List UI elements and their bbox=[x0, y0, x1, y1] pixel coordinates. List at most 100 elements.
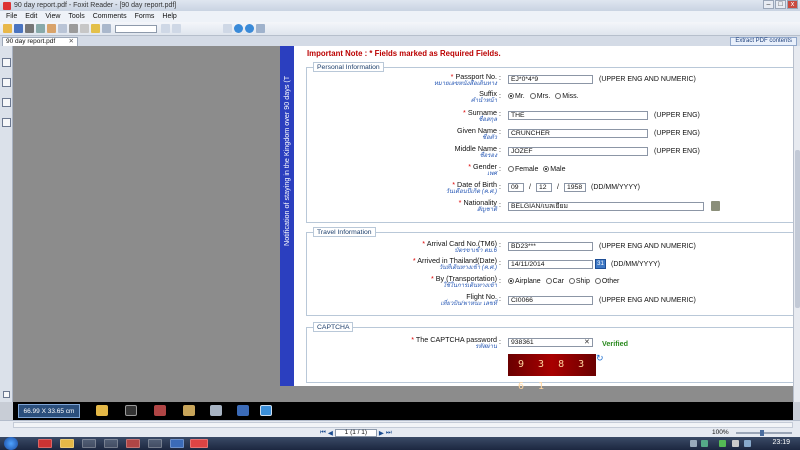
taskbar-media-icon[interactable] bbox=[104, 439, 118, 448]
tray-volume-icon[interactable] bbox=[732, 440, 739, 447]
pages-icon[interactable] bbox=[2, 78, 11, 87]
network-icon[interactable] bbox=[237, 405, 249, 416]
close-tab-icon[interactable]: ✕ bbox=[69, 38, 74, 46]
zoom-in-icon[interactable] bbox=[161, 24, 170, 33]
previous-view-icon[interactable] bbox=[234, 24, 243, 33]
menu-edit[interactable]: Edit bbox=[25, 13, 37, 20]
save-icon[interactable] bbox=[14, 24, 23, 33]
taskbar-paint-icon[interactable] bbox=[126, 439, 140, 448]
captcha-input[interactable]: 938361 bbox=[508, 338, 593, 347]
signatures-icon[interactable] bbox=[3, 391, 10, 398]
transport-car-radio[interactable]: Car bbox=[545, 278, 564, 285]
dob-month-input[interactable]: 12 bbox=[536, 183, 552, 192]
print-icon[interactable] bbox=[25, 24, 34, 33]
menu-help[interactable]: Help bbox=[162, 13, 176, 20]
internet-explorer-icon[interactable] bbox=[260, 405, 272, 416]
clear-captcha-icon[interactable]: ✕ bbox=[584, 338, 590, 346]
document-tab[interactable]: 90 day report.pdf ✕ bbox=[2, 37, 78, 46]
menu-file[interactable]: File bbox=[6, 13, 17, 20]
taskbar-explorer-icon[interactable] bbox=[60, 439, 74, 448]
find-input[interactable] bbox=[115, 24, 157, 33]
taskbar-network-icon[interactable] bbox=[170, 439, 184, 448]
extract-pdf-contents-button[interactable]: Extract PDF contents bbox=[730, 37, 797, 46]
transport-other-radio[interactable]: Other bbox=[594, 278, 619, 285]
archive-icon[interactable] bbox=[183, 405, 195, 416]
refresh-captcha-icon[interactable]: ↻ bbox=[596, 354, 605, 363]
tray-app-icon[interactable] bbox=[719, 440, 726, 447]
email-icon[interactable] bbox=[36, 24, 45, 33]
suffix-miss-radio[interactable]: Miss. bbox=[555, 93, 579, 100]
middle-name-thai-label: ชื่อรอง bbox=[479, 153, 497, 159]
tray-arrow-icon[interactable] bbox=[690, 440, 697, 447]
arrived-date-input[interactable]: 14/11/2014 bbox=[508, 260, 593, 269]
windows-taskbar: 23:19 bbox=[0, 437, 800, 450]
tray-flag-icon[interactable] bbox=[744, 440, 751, 447]
close-window-button[interactable]: x bbox=[787, 0, 798, 9]
vertical-scrollbar-thumb[interactable] bbox=[795, 150, 800, 308]
previous-page-icon[interactable]: ◀ bbox=[328, 429, 333, 437]
start-button[interactable] bbox=[4, 437, 18, 450]
first-page-icon[interactable]: ⏮ bbox=[320, 429, 326, 437]
dob-year-input[interactable]: 1958 bbox=[564, 183, 586, 192]
navigation-panel bbox=[0, 46, 13, 402]
gender-male-radio[interactable]: Male bbox=[543, 166, 565, 173]
media-player-icon[interactable] bbox=[125, 405, 137, 416]
document-icon[interactable] bbox=[210, 405, 222, 416]
zoom-slider[interactable] bbox=[736, 430, 792, 436]
next-page-icon[interactable]: ▶ bbox=[379, 429, 384, 437]
dob-day-input[interactable]: 09 bbox=[508, 183, 524, 192]
select-text-icon[interactable] bbox=[58, 24, 67, 33]
vertical-scrollbar[interactable] bbox=[793, 46, 800, 402]
taskbar-foxit-icon[interactable] bbox=[190, 439, 208, 448]
rotate-icon[interactable] bbox=[256, 24, 265, 33]
attachments-icon[interactable] bbox=[2, 118, 11, 127]
flight-no-input[interactable]: CI0066 bbox=[508, 296, 593, 305]
fit-page-icon[interactable] bbox=[223, 24, 232, 33]
taskbar-opera-icon[interactable] bbox=[38, 439, 52, 448]
last-page-icon[interactable]: ⏭ bbox=[386, 429, 392, 437]
surname-input[interactable]: THE bbox=[508, 111, 648, 120]
captcha-image: 9 3 8 3 6 1 bbox=[508, 354, 596, 392]
nationality-lookup-icon[interactable] bbox=[711, 201, 720, 211]
travel-information-legend: Travel Information bbox=[313, 227, 376, 237]
given-name-input[interactable]: CRUNCHER bbox=[508, 129, 648, 138]
open-icon[interactable] bbox=[3, 24, 12, 33]
taskbar-app-icon[interactable] bbox=[82, 439, 96, 448]
tab-bar: 90 day report.pdf ✕ Extract PDF contents bbox=[0, 36, 800, 46]
menu-comments[interactable]: Comments bbox=[93, 13, 127, 20]
taskbar-clock[interactable]: 23:19 bbox=[772, 439, 790, 446]
snapshot-icon[interactable] bbox=[69, 24, 78, 33]
suffix-mrs-radio[interactable]: Mrs. bbox=[529, 93, 550, 100]
minimize-button[interactable]: – bbox=[763, 0, 774, 9]
menu-forms[interactable]: Forms bbox=[135, 13, 155, 20]
arrival-card-input[interactable]: BD23*** bbox=[508, 242, 593, 251]
highlight-icon[interactable] bbox=[91, 24, 100, 33]
page-number-input[interactable]: 1 (1 / 1) bbox=[334, 429, 377, 437]
middle-name-input[interactable]: JOZEF bbox=[508, 147, 648, 156]
calendar-icon[interactable]: 31 bbox=[595, 259, 606, 269]
flight-no-thai-label: เที่ยวบิน/พาหนะ เลขที่ bbox=[440, 301, 497, 307]
gender-female-radio[interactable]: Female bbox=[508, 166, 538, 173]
tray-network-icon[interactable] bbox=[701, 440, 708, 447]
search-icon[interactable] bbox=[102, 24, 111, 33]
nationality-select[interactable]: BELGIAN/เบลเยียม bbox=[508, 202, 704, 211]
typewriter-icon[interactable] bbox=[80, 24, 89, 33]
taskbar-tool-icon[interactable] bbox=[148, 439, 162, 448]
menu-tools[interactable]: Tools bbox=[68, 13, 84, 20]
bookmarks-icon[interactable] bbox=[2, 58, 11, 67]
menu-view[interactable]: View bbox=[45, 13, 60, 20]
transport-ship-radio[interactable]: Ship bbox=[568, 278, 590, 285]
passport-input[interactable]: EJ*0*4*9 bbox=[508, 75, 593, 84]
zoom-slider-knob[interactable] bbox=[760, 430, 764, 436]
transport-airplane-radio[interactable]: Airplane bbox=[508, 278, 541, 285]
zoom-out-icon[interactable] bbox=[172, 24, 181, 33]
horizontal-scrollbar[interactable] bbox=[13, 422, 793, 428]
next-view-icon[interactable] bbox=[245, 24, 254, 33]
suffix-mr-radio[interactable]: Mr. bbox=[508, 93, 525, 100]
layers-icon[interactable] bbox=[2, 98, 11, 107]
paint-icon[interactable] bbox=[154, 405, 166, 416]
given-name-thai-label: ชื่อตัว bbox=[482, 135, 497, 141]
hand-tool-icon[interactable] bbox=[47, 24, 56, 33]
folder-icon[interactable] bbox=[96, 405, 108, 416]
maximize-button[interactable]: □ bbox=[775, 0, 786, 9]
